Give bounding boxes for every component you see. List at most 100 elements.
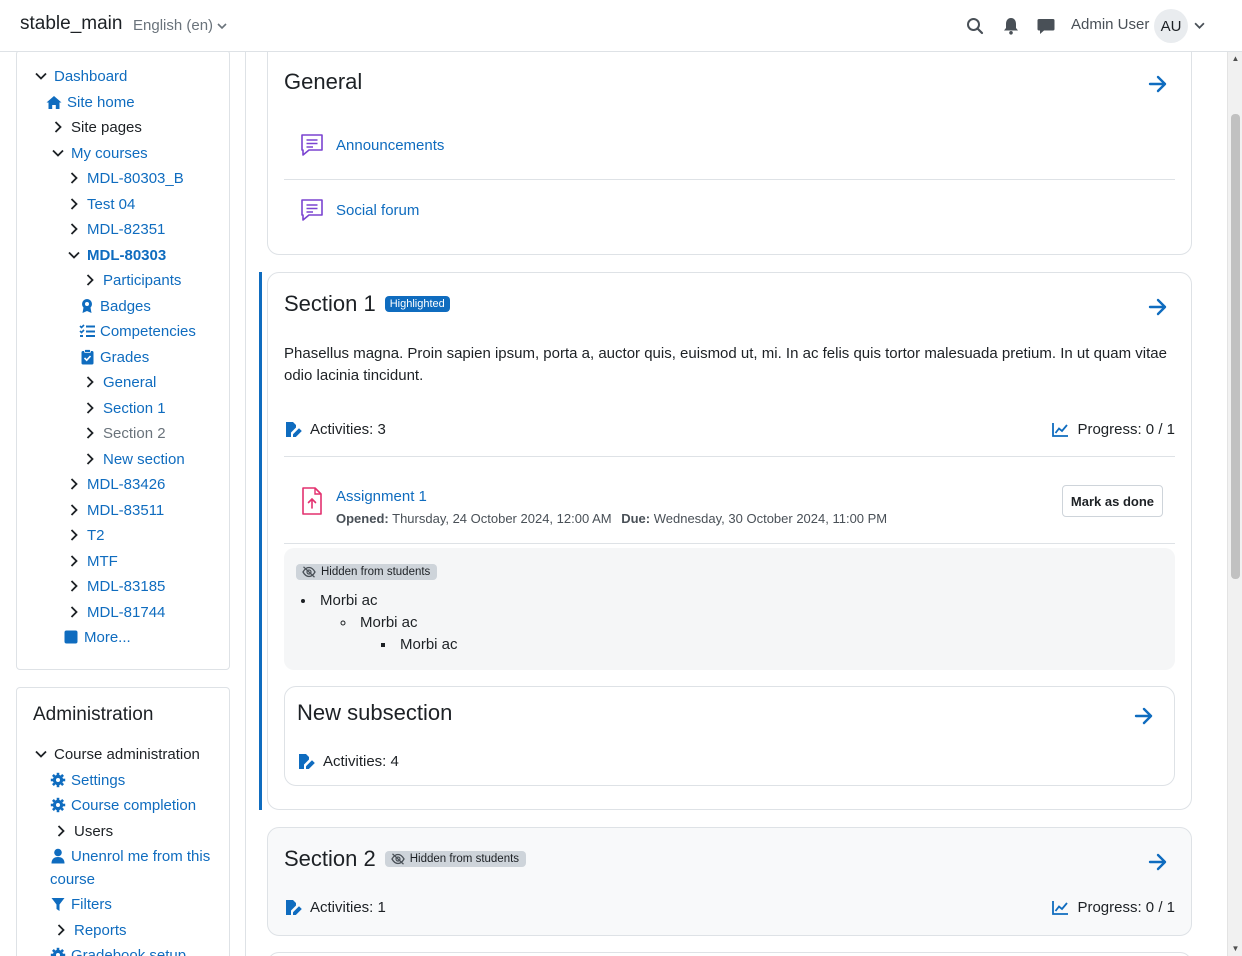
- hidden-badge: Hidden from students: [384, 851, 527, 867]
- admin-item-unenrol-continued[interactable]: course: [50, 868, 95, 890]
- section-1: Section 1 Highlighted Phasellus magna. P…: [267, 272, 1192, 810]
- nav-label: MDL-80303: [87, 246, 167, 264]
- mark-as-done-button[interactable]: Mark as done: [1061, 485, 1163, 517]
- divider: [284, 456, 1175, 457]
- activity-name[interactable]: Announcements: [336, 137, 444, 154]
- nav-item-grades[interactable]: Grades: [79, 346, 149, 368]
- page-scrollbar[interactable]: ▲ ▼: [1227, 52, 1242, 956]
- chevron-right-icon[interactable]: [82, 400, 98, 416]
- nav-item-course[interactable]: MDL-81744: [66, 601, 165, 623]
- chevron-right-icon[interactable]: [82, 272, 98, 288]
- admin-item-users[interactable]: Users: [53, 820, 113, 842]
- nav-item-more[interactable]: More...: [63, 626, 131, 648]
- chevron-right-icon[interactable]: [66, 170, 82, 186]
- highlight-indicator: [259, 272, 262, 810]
- activities-count-text: Activities: 3: [310, 420, 386, 438]
- chevron-right-icon[interactable]: [66, 502, 82, 518]
- avatar[interactable]: AU: [1154, 9, 1188, 43]
- chart-line-icon: [1051, 898, 1069, 916]
- arrow-right-icon[interactable]: [1147, 851, 1169, 873]
- nav-item-course[interactable]: Test 04: [66, 193, 135, 215]
- nav-item-course[interactable]: T2: [66, 524, 105, 546]
- nav-item-section[interactable]: General: [82, 371, 156, 393]
- chevron-down-icon: [217, 22, 227, 29]
- nav-item-site-pages[interactable]: Site pages: [50, 116, 142, 138]
- bullet-list: Morbi ac Morbi ac Morbi ac: [316, 592, 458, 653]
- admin-item-filters[interactable]: Filters: [50, 893, 112, 915]
- eye-slash-icon: [390, 853, 405, 865]
- top-navbar: stable_main English (en) Admin User AU: [0, 0, 1242, 52]
- nav-label: Dashboard: [54, 67, 128, 85]
- forum-icon: [298, 196, 326, 224]
- admin-item-course-completion[interactable]: Course completion: [50, 794, 196, 816]
- progress: Progress: 0 / 1: [1051, 898, 1175, 916]
- nav-item-course[interactable]: MDL-83426: [66, 473, 165, 495]
- nav-item-section[interactable]: Section 1: [82, 397, 166, 419]
- chevron-right-icon[interactable]: [53, 823, 69, 839]
- chevron-right-icon[interactable]: [66, 196, 82, 212]
- section-title[interactable]: Section 2: [284, 846, 376, 872]
- nav-item-course[interactable]: MDL-82351: [66, 218, 165, 240]
- chevron-right-icon[interactable]: [82, 425, 98, 441]
- nav-item-participants[interactable]: Participants: [82, 269, 181, 291]
- nav-item-course[interactable]: MDL-83511: [66, 499, 164, 521]
- assignment-name[interactable]: Assignment 1: [336, 488, 427, 505]
- chevron-right-icon[interactable]: [66, 476, 82, 492]
- arrow-right-icon[interactable]: [1147, 296, 1169, 318]
- nav-item-section-hidden[interactable]: Section 2: [82, 422, 166, 444]
- arrow-right-icon[interactable]: [1133, 705, 1155, 727]
- chevron-right-icon[interactable]: [82, 451, 98, 467]
- admin-item-course-administration[interactable]: Course administration: [33, 743, 200, 765]
- nav-item-site-home[interactable]: Site home: [46, 91, 135, 113]
- chevron-right-icon[interactable]: [66, 527, 82, 543]
- chevron-down-icon[interactable]: [50, 145, 66, 161]
- section-header: Section 2 Hidden from students: [284, 846, 527, 872]
- language-menu[interactable]: English (en): [133, 17, 227, 34]
- user-name[interactable]: Admin User: [1071, 16, 1149, 33]
- nav-item-badges[interactable]: Badges: [79, 295, 151, 317]
- arrow-right-icon[interactable]: [1147, 73, 1169, 95]
- admin-item-gradebook-setup[interactable]: Gradebook setup: [50, 944, 186, 956]
- admin-item-reports[interactable]: Reports: [53, 919, 127, 941]
- chevron-right-icon[interactable]: [53, 922, 69, 938]
- nav-item-current-course[interactable]: MDL-80303: [66, 244, 166, 266]
- activity-name[interactable]: Social forum: [336, 202, 419, 219]
- section-title[interactable]: Section 1: [284, 291, 376, 317]
- hidden-badge-text: Hidden from students: [409, 853, 520, 865]
- hidden-badge-text: Hidden from students: [321, 566, 431, 578]
- messages-icon[interactable]: [1036, 16, 1056, 36]
- nav-item-course[interactable]: MDL-83185: [66, 575, 165, 597]
- chevron-down-icon[interactable]: [1194, 18, 1205, 35]
- nav-item-my-courses[interactable]: My courses: [50, 142, 148, 164]
- file-edit-icon: [284, 898, 302, 916]
- chevron-right-icon[interactable]: [66, 553, 82, 569]
- nav-item-course[interactable]: MTF: [66, 550, 118, 572]
- scroll-up-icon[interactable]: ▲: [1231, 55, 1240, 63]
- nav-item-section[interactable]: New section: [82, 448, 185, 470]
- chevron-down-icon[interactable]: [33, 746, 49, 762]
- scroll-down-icon[interactable]: ▼: [1231, 945, 1240, 953]
- nav-item-competencies[interactable]: Competencies: [79, 320, 196, 342]
- nav-label: T2: [87, 526, 105, 544]
- chevron-right-icon[interactable]: [82, 374, 98, 390]
- nav-item-course[interactable]: MDL-80303_B: [66, 167, 184, 189]
- bell-icon[interactable]: [1001, 16, 1021, 36]
- search-icon[interactable]: [965, 16, 985, 36]
- admin-item-settings[interactable]: Settings: [50, 769, 125, 791]
- administration-title: Administration: [33, 704, 154, 725]
- chevron-right-icon[interactable]: [66, 604, 82, 620]
- chevron-right-icon[interactable]: [66, 221, 82, 237]
- scroll-thumb[interactable]: [1231, 114, 1240, 579]
- subsection-title[interactable]: New subsection: [297, 700, 452, 726]
- site-name[interactable]: stable_main: [20, 13, 122, 35]
- nav-label: Section 1: [103, 399, 166, 417]
- nav-item-dashboard[interactable]: Dashboard: [33, 65, 127, 87]
- chevron-right-icon[interactable]: [50, 119, 66, 135]
- chevron-down-icon[interactable]: [66, 247, 82, 263]
- clipboard-check-icon: [79, 349, 95, 365]
- nav-label: New section: [103, 450, 185, 468]
- chevron-down-icon[interactable]: [33, 68, 49, 84]
- section-title[interactable]: General: [284, 69, 362, 95]
- admin-item-unenrol[interactable]: Unenrol me from this: [50, 845, 210, 867]
- chevron-right-icon[interactable]: [66, 578, 82, 594]
